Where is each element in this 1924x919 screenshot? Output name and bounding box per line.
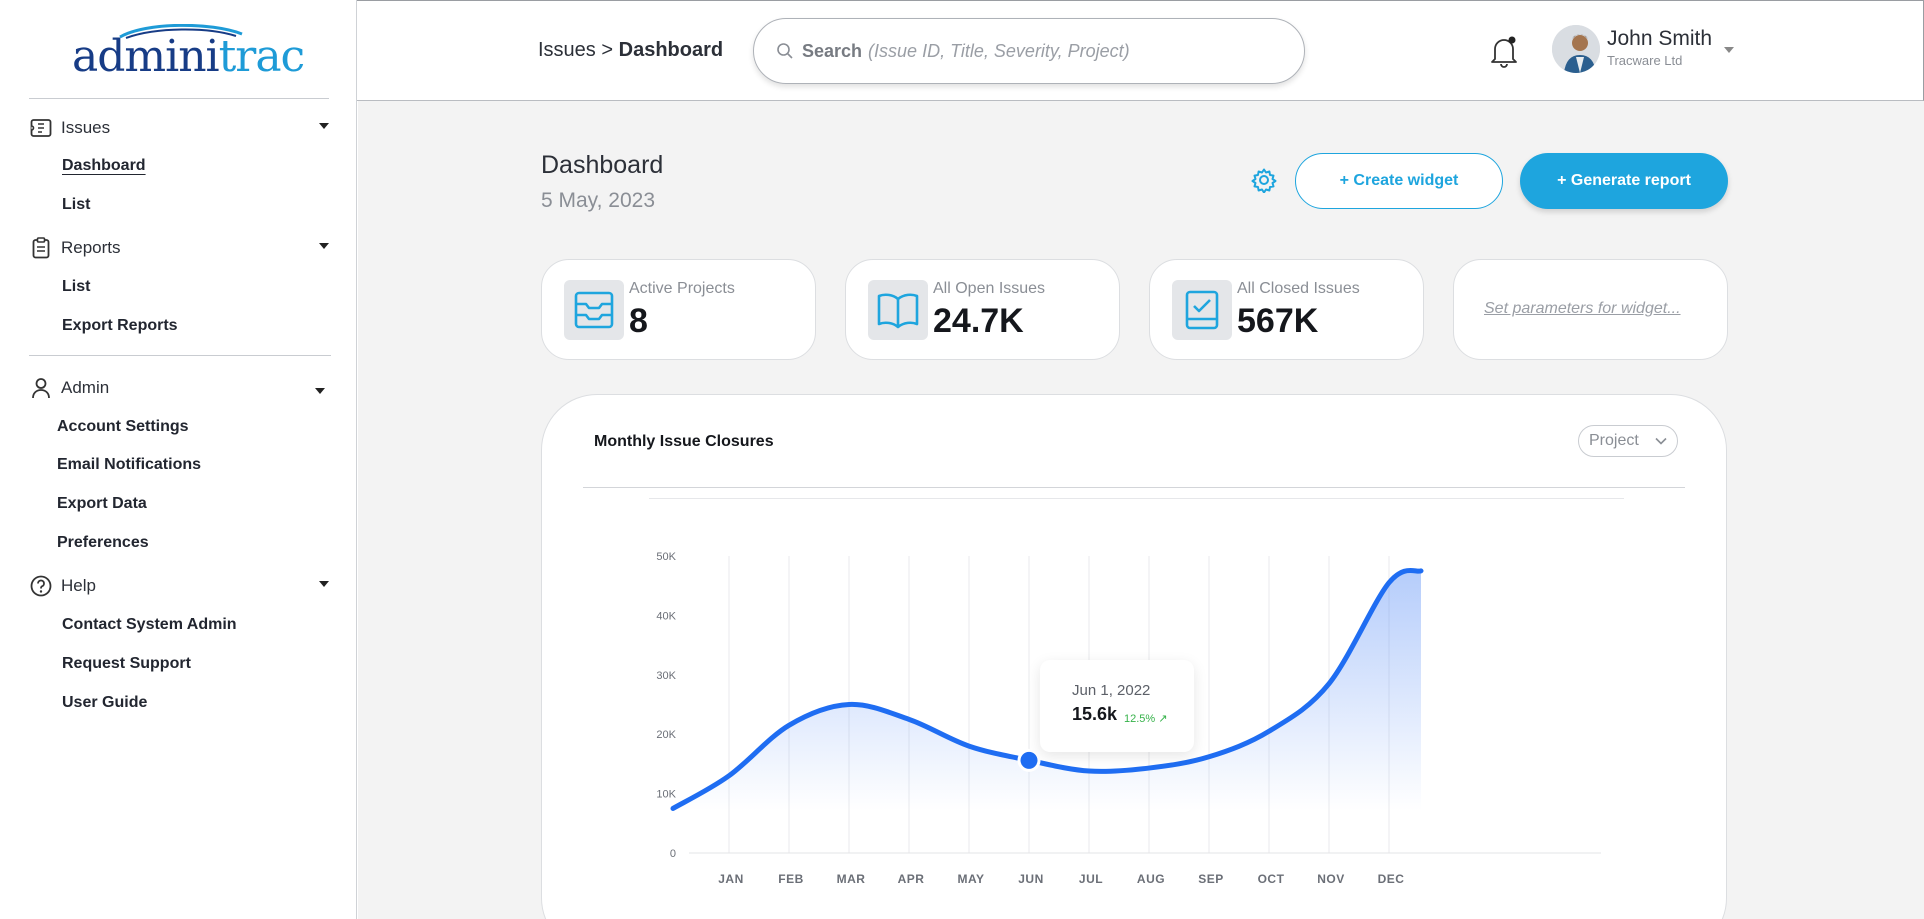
tooltip-date: Jun 1, 2022 [1072,682,1151,699]
sidebar-section-help[interactable]: Help [29,572,329,600]
clipboard-icon [29,236,53,260]
x-tick-label: AUG [1137,872,1165,886]
open-book-icon [868,280,928,340]
avatar [1552,25,1600,73]
chart-tooltip: Jun 1, 2022 15.6k 12.5% ↗ [1040,660,1194,752]
sidebar-item-account-settings[interactable]: Account Settings [57,418,189,436]
sidebar-section-label: Admin [61,378,110,397]
generate-report-button[interactable]: + Generate report [1520,153,1728,209]
x-tick-label: DEC [1378,872,1405,886]
x-tick-label: MAR [837,872,866,886]
sidebar-section-reports[interactable]: Reports [29,234,329,262]
stat-value: 8 [629,302,648,340]
sidebar-item-reports-list[interactable]: List [62,278,90,296]
stat-value: 567K [1237,302,1319,340]
caret-down-icon[interactable] [319,123,329,129]
y-tick-label: 10K [656,789,676,801]
sidebar-section-issues[interactable]: Issues [29,114,329,142]
sidebar-section-label: Help [61,576,96,595]
search-placeholder: (Issue ID, Title, Severity, Project) [868,40,1130,61]
y-tick-label: 50K [656,551,676,563]
help-circle-icon [29,574,53,598]
set-widget-parameters-link[interactable]: Set parameters for widget... [1484,300,1681,318]
sidebar-item-email-notifications[interactable]: Email Notifications [57,456,201,474]
caret-down-icon[interactable] [319,581,329,587]
y-tick-label: 0 [670,848,676,860]
x-tick-label: NOV [1317,872,1345,886]
y-tick-label: 20K [656,729,676,741]
page-title: Dashboard [541,151,664,179]
breadcrumb-parent[interactable]: Issues [538,39,596,61]
sidebar-item-issues-list[interactable]: List [62,196,90,214]
breadcrumb-current: Dashboard [618,39,724,61]
tooltip-change: 12.5% ↗ [1124,713,1168,725]
app-logo[interactable]: adminitrac [72,24,305,82]
line-chart: 0 10K 20K 30K 40K 50K JAN FEB MAR APR MAY JUN JUL AUG… [656,551,1601,886]
x-tick-label: FEB [778,872,804,886]
sidebar-item-preferences[interactable]: Preferences [57,534,149,552]
ticket-icon [29,116,53,140]
gear-icon[interactable] [1251,167,1277,194]
caret-down-icon[interactable] [319,243,329,249]
x-tick-label: JUN [1018,872,1044,886]
sidebar: adminitrac Issues Dashboard List Reports… [0,0,357,919]
sidebar-item-export-data[interactable]: Export Data [57,495,147,513]
y-tick-label: 40K [656,610,676,622]
notification-bell-icon[interactable] [1487,33,1521,69]
x-tick-label: MAY [957,872,984,886]
sidebar-item-user-guide[interactable]: User Guide [62,694,147,712]
sidebar-section-label: Reports [61,238,121,257]
sidebar-section-admin[interactable]: Admin [29,374,325,402]
user-icon [29,376,53,400]
y-tick-label: 30K [656,670,676,682]
logo-part-2: trac [218,31,306,82]
sidebar-item-export-reports[interactable]: Export Reports [62,317,178,335]
sidebar-section-label: Issues [61,118,111,137]
breadcrumb: Issues > Dashboard [538,39,723,62]
logo-part-1: admini [72,31,220,82]
checked-clipboard-icon [1172,280,1232,340]
user-name: John Smith [1607,27,1713,50]
stat-value: 24.7K [933,302,1024,340]
stat-card-active-projects[interactable]: Active Projects 8 [541,259,816,360]
user-organization: Tracware Ltd [1607,53,1683,68]
inbox-stack-icon [564,280,624,340]
sidebar-divider [29,355,331,356]
logo-text: adminitrac [72,31,306,82]
top-bar: Issues > Dashboard Search (Issue ID, Tit… [357,0,1924,101]
main-content: Dashboard 5 May, 2023 + Create widget + … [358,101,1924,919]
x-tick-label: OCT [1258,872,1285,886]
x-tick-label: JAN [718,872,744,886]
caret-down-icon[interactable] [315,388,325,394]
tooltip-value: 15.6k [1072,704,1118,724]
sidebar-item-contact-admin[interactable]: Contact System Admin [62,616,237,634]
search-input[interactable]: Search (Issue ID, Title, Severity, Proje… [753,18,1305,84]
stat-label: Active Projects [629,280,735,297]
x-tick-label: JUL [1079,872,1103,886]
stat-label: All Closed Issues [1237,280,1360,297]
chart-card: Monthly Issue Closures Project 0 10K 20K 30… [541,394,1727,919]
create-widget-button[interactable]: + Create widget [1295,153,1503,209]
user-menu[interactable]: John Smith Tracware Ltd [1552,25,1772,77]
stat-label: All Open Issues [933,280,1046,297]
x-tick-label: APR [898,872,925,886]
x-tick-label: SEP [1198,872,1224,886]
search-label: Search [802,40,863,61]
search-icon [777,43,793,59]
stat-card-placeholder[interactable]: Set parameters for widget... [1453,259,1728,360]
caret-down-icon[interactable] [1724,47,1734,53]
sidebar-item-dashboard[interactable]: Dashboard [62,157,146,175]
stat-card-closed-issues[interactable]: All Closed Issues 567K [1149,259,1424,360]
page-date: 5 May, 2023 [541,189,656,212]
breadcrumb-separator: > [601,39,614,61]
chart-highlight-point[interactable] [1017,748,1041,772]
sidebar-item-request-support[interactable]: Request Support [62,655,191,673]
sidebar-divider [29,98,329,99]
stat-card-open-issues[interactable]: All Open Issues 24.7K [845,259,1120,360]
